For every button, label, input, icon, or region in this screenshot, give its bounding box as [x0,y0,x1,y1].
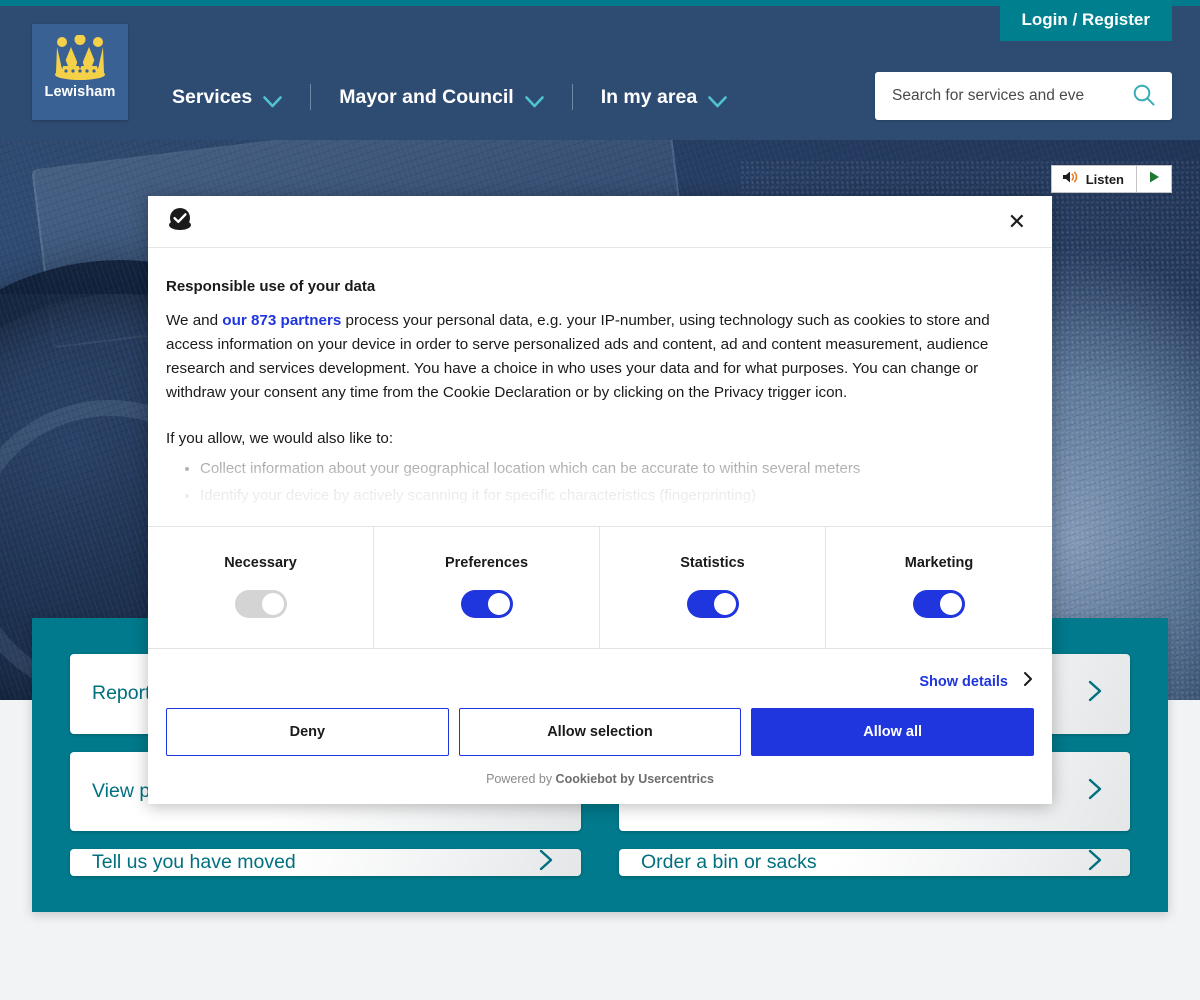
nav-item-services[interactable]: Services [172,85,283,109]
cookie-dialog-footer: Show details Deny Allow selection Allow … [148,649,1052,804]
list-item: Identify your device by actively scannin… [200,482,1034,509]
nav-item-in-my-area[interactable]: In my area [601,86,727,109]
cookie-category-preferences: Preferences [374,527,600,648]
toggle-knob [261,593,284,615]
chevron-right-icon [537,849,555,876]
cookie-category-marketing: Marketing [826,527,1052,648]
toggle-knob [487,593,510,615]
cookie-dialog-header: ✕ [148,196,1052,248]
search-button[interactable] [1128,83,1172,110]
site-logo[interactable]: Lewisham [32,24,128,120]
crown-icon [51,35,109,81]
cookie-category-toggles: Necessary Preferences Statistics Marketi… [148,526,1052,649]
powered-brand: Cookiebot by Usercentrics [555,772,714,786]
cookiebot-logo-icon [166,205,194,238]
chevron-right-icon [1086,849,1104,876]
allow-items-list: Collect information about your geographi… [200,455,1034,509]
toggle-necessary [234,590,287,618]
toggle-statistics[interactable] [686,590,739,618]
logo-label: Lewisham [44,84,116,100]
cookie-consent-dialog: ✕ Responsible use of your data We and ou… [148,196,1052,804]
deny-button[interactable]: Deny [166,708,449,756]
category-label: Marketing [904,555,974,571]
service-card-order-a-bin-or-sacks[interactable]: Order a bin or sacks [619,849,1130,876]
service-card-label: Tell us you have moved [92,851,296,873]
chevron-down-icon [524,91,544,108]
listen-widget: Listen [1050,165,1172,193]
service-card-label: Report [92,682,151,705]
listen-button[interactable]: Listen [1052,166,1137,192]
chevron-right-icon [1086,680,1104,707]
cookie-category-necessary: Necessary [148,527,374,648]
toggle-marketing[interactable] [913,590,965,618]
service-card-tell-us-you-have-moved[interactable]: Tell us you have moved [70,849,581,876]
play-icon [1147,170,1161,189]
listen-play-button[interactable] [1137,166,1171,192]
toggle-preferences[interactable] [460,590,513,618]
service-card-label: View p [92,779,151,802]
primary-navigation: Services Mayor and Council In my area [172,84,727,110]
nav-item-mayor-and-council[interactable]: Mayor and Council [339,85,544,109]
nav-label: In my area [600,85,698,108]
powered-by-label: Powered by Cookiebot by Usercentrics [166,772,1034,790]
chevron-down-icon [708,91,727,108]
chevron-down-icon [263,91,283,108]
list-item: Collect information about your geographi… [200,455,1034,482]
chevron-right-icon [1086,778,1104,805]
category-label: Necessary [224,555,297,571]
nav-label: Mayor and Council [339,85,514,108]
nav-divider [310,84,312,110]
description-prefix: We and [166,312,223,329]
cookie-category-statistics: Statistics [600,527,826,648]
cookie-dialog-title: Responsible use of your data [166,278,376,295]
allow-intro-text: If you allow, we would also like to: [166,430,394,447]
listen-label: Listen [1085,171,1124,187]
service-card-label: Order a bin or sacks [641,851,817,873]
allow-selection-button[interactable]: Allow selection [458,708,742,756]
show-details-row: Show details [166,671,1034,692]
toggle-knob [713,593,736,615]
search-bar [875,72,1172,120]
search-icon [1132,83,1156,110]
powered-prefix: Powered by [486,772,556,786]
category-label: Preferences [444,555,529,571]
show-details-link[interactable]: Show details [919,674,1008,690]
cookie-dialog-body: Responsible use of your data We and our … [148,248,1052,526]
toggle-knob [940,593,962,615]
nav-label: Services [172,85,253,108]
speaker-icon [1062,170,1080,189]
close-icon[interactable]: ✕ [1002,207,1032,237]
site-header: Login / Register Lewisham Services Mayor… [0,0,1200,140]
cookie-dialog-description: We and our 873 partners process your per… [166,309,1034,405]
partners-link[interactable]: our 873 partners [222,312,341,329]
nav-divider [571,84,573,110]
search-input[interactable] [875,87,1128,105]
chevron-right-icon [1022,671,1034,692]
category-label: Statistics [680,555,745,571]
login-register-button[interactable]: Login / Register [999,0,1172,41]
allow-all-button[interactable]: Allow all [751,708,1034,756]
cookie-dialog-actions: Deny Allow selection Allow all [166,708,1034,756]
